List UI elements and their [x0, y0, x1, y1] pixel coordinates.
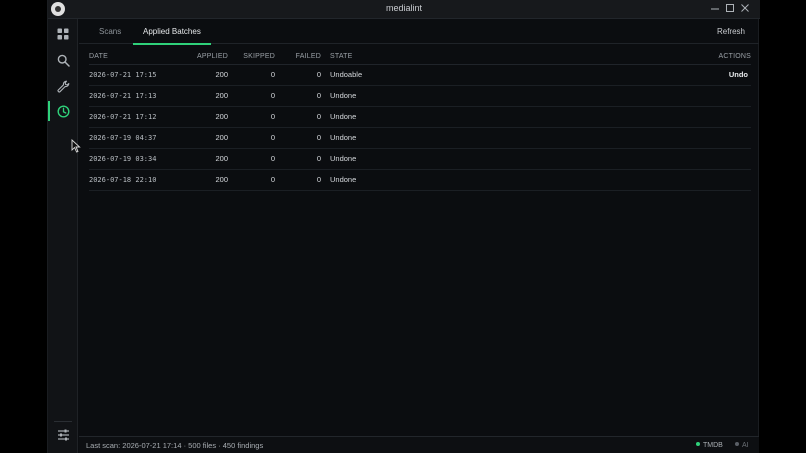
row-skipped: 0: [270, 154, 275, 163]
table-row[interactable]: 2026-07-21 17:15 200 0 0 Undoable Undo: [89, 65, 751, 86]
app-window: medialint Scans Applied Batches Refresh …: [47, 0, 760, 453]
row-skipped: 0: [270, 133, 275, 142]
indicator-label: AI: [742, 442, 749, 449]
batches-table: DATE APPLIED SKIPPED FAILED STATE ACTION…: [89, 50, 751, 191]
column-applied: APPLIED: [197, 53, 228, 60]
table-row[interactable]: 2026-07-19 03:34 200 0 0 Undone: [89, 149, 751, 170]
row-skipped: 0: [270, 175, 275, 184]
row-date: 2026-07-19 04:37: [89, 134, 157, 142]
status-bar: Last scan: 2026-07-21 17:14 · 500 files …: [79, 436, 759, 453]
tab-bar: Scans Applied Batches Refresh: [79, 19, 759, 45]
status-indicator-ai: AI: [735, 437, 749, 453]
row-applied: 200: [215, 175, 228, 184]
row-failed: 0: [316, 133, 321, 142]
title-bar: medialint: [48, 0, 760, 19]
grid-icon: [57, 28, 69, 40]
refresh-button[interactable]: Refresh: [717, 19, 745, 44]
row-date: 2026-07-18 22:10: [89, 176, 157, 184]
row-applied: 200: [215, 133, 228, 142]
column-state: STATE: [330, 53, 353, 60]
window-title: medialint: [385, 3, 423, 13]
column-actions: ACTIONS: [718, 53, 751, 60]
table-row[interactable]: 2026-07-21 17:12 200 0 0 Undone: [89, 107, 751, 128]
row-state: Undone: [330, 175, 357, 184]
tab-scans[interactable]: Scans: [99, 19, 121, 44]
row-state: Undone: [330, 133, 357, 142]
row-failed: 0: [316, 154, 321, 163]
sidebar-item-dashboard[interactable]: [48, 22, 78, 46]
row-state: Undoable: [330, 70, 363, 79]
row-applied: 200: [215, 91, 228, 100]
row-failed: 0: [316, 175, 321, 184]
column-date: DATE: [89, 53, 108, 60]
table-header: DATE APPLIED SKIPPED FAILED STATE ACTION…: [89, 50, 751, 65]
minimize-icon[interactable]: [709, 3, 721, 15]
column-failed: FAILED: [295, 53, 321, 60]
row-state: Undone: [330, 91, 357, 100]
row-failed: 0: [316, 112, 321, 121]
sidebar-divider: [54, 421, 72, 422]
main-panel: Scans Applied Batches Refresh DATE APPLI…: [79, 19, 759, 436]
row-skipped: 0: [270, 91, 275, 100]
row-applied: 200: [215, 112, 228, 121]
column-skipped: SKIPPED: [243, 53, 275, 60]
status-dot-icon: [735, 442, 739, 447]
maximize-icon[interactable]: [724, 3, 736, 15]
table-row[interactable]: 2026-07-21 17:13 200 0 0 Undone: [89, 86, 751, 107]
clock-icon: [56, 104, 70, 118]
sidebar-item-search[interactable]: [48, 48, 78, 72]
undo-button[interactable]: Undo: [729, 65, 748, 85]
row-date: 2026-07-21 17:12: [89, 113, 157, 121]
table-row[interactable]: 2026-07-19 04:37 200 0 0 Undone: [89, 128, 751, 149]
table-row[interactable]: 2026-07-18 22:10 200 0 0 Undone: [89, 170, 751, 191]
sidebar-item-tools[interactable]: [48, 74, 78, 98]
sidebar-item-history[interactable]: [48, 99, 78, 123]
status-dot-icon: [696, 442, 700, 447]
mouse-cursor-icon: [71, 138, 81, 158]
row-failed: 0: [316, 70, 321, 79]
row-date: 2026-07-21 17:13: [89, 92, 157, 100]
sidebar: [48, 19, 78, 453]
indicator-label: TMDB: [703, 442, 723, 449]
row-skipped: 0: [270, 70, 275, 79]
tab-applied-batches[interactable]: Applied Batches: [133, 19, 211, 45]
search-icon: [57, 54, 70, 67]
wrench-icon: [56, 80, 69, 93]
row-skipped: 0: [270, 112, 275, 121]
row-applied: 200: [215, 70, 228, 79]
row-state: Undone: [330, 154, 357, 163]
row-applied: 200: [215, 154, 228, 163]
close-icon[interactable]: [739, 3, 751, 15]
row-date: 2026-07-19 03:34: [89, 155, 157, 163]
last-scan-summary: Last scan: 2026-07-21 17:14 · 500 files …: [86, 441, 264, 450]
row-date: 2026-07-21 17:15: [89, 71, 157, 79]
sliders-icon: [57, 429, 69, 441]
row-state: Undone: [330, 112, 357, 121]
row-failed: 0: [316, 91, 321, 100]
sidebar-item-settings[interactable]: [48, 423, 78, 447]
status-indicator-tmdb: TMDB: [696, 437, 723, 453]
